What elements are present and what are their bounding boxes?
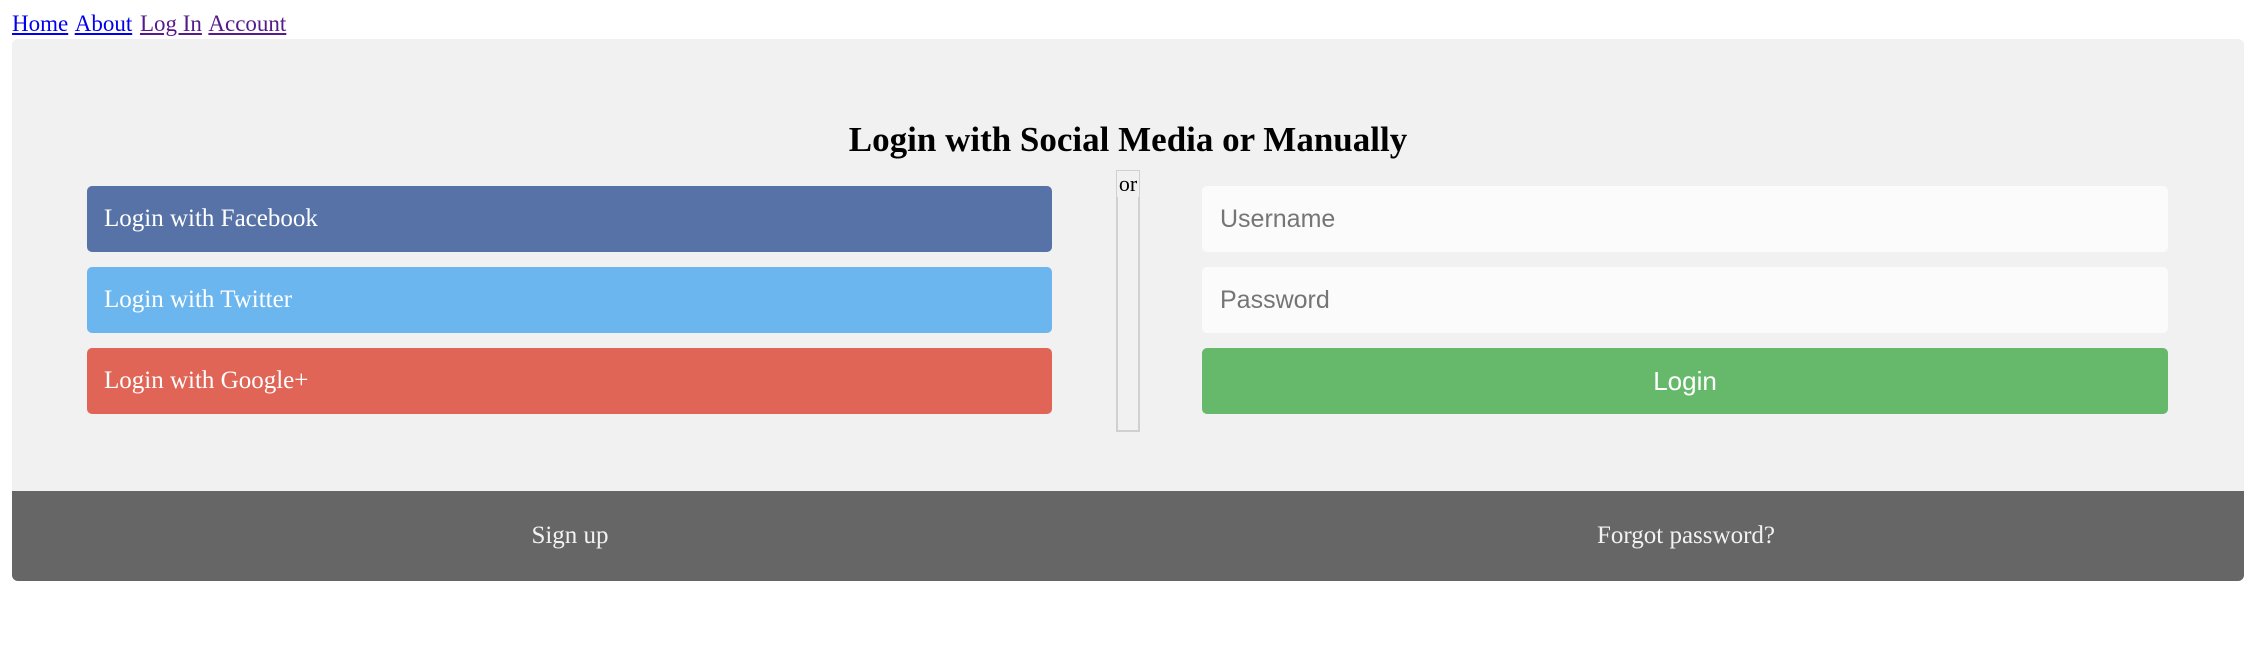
nav-link-account[interactable]: Account	[208, 11, 286, 36]
forgot-password-link[interactable]: Forgot password?	[1128, 491, 2244, 581]
nav-link-login[interactable]: Log In	[140, 11, 202, 36]
login-submit-button[interactable]: Login	[1202, 348, 2168, 414]
twitter-login-button[interactable]: Login with Twitter	[87, 267, 1052, 333]
password-input[interactable]	[1202, 267, 2168, 333]
username-input[interactable]	[1202, 186, 2168, 252]
signup-link[interactable]: Sign up	[12, 491, 1128, 581]
facebook-login-button[interactable]: Login with Facebook	[87, 186, 1052, 252]
divider-or-label: or	[1117, 171, 1139, 197]
google-login-button[interactable]: Login with Google+	[87, 348, 1052, 414]
nav-link-home[interactable]: Home	[12, 11, 68, 36]
vertical-divider	[1116, 170, 1140, 432]
nav-link-about[interactable]: About	[75, 11, 133, 36]
footer-bar: Sign up Forgot password?	[12, 491, 2244, 581]
top-nav: Home About Log In Account	[12, 10, 288, 38]
page-title: Login with Social Media or Manually	[848, 120, 1408, 159]
login-panel: Login with Social Media or Manually Logi…	[12, 39, 2244, 581]
